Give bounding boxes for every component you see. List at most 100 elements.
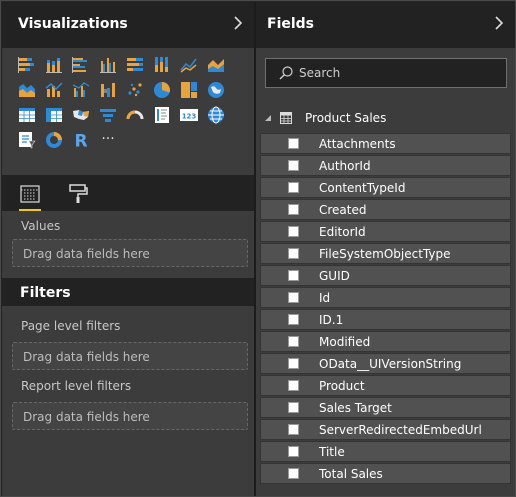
field-row[interactable]: ID.1	[260, 309, 511, 330]
field-checkbox[interactable]	[288, 270, 299, 281]
donut-chart-icon[interactable]	[43, 129, 65, 151]
field-row[interactable]: OData__UIVersionString	[260, 353, 511, 374]
format-tab[interactable]	[65, 181, 91, 207]
active-tab-indicator	[19, 209, 41, 211]
field-row[interactable]: GUID	[260, 265, 511, 286]
100-stacked-bar-icon[interactable]	[124, 54, 146, 76]
card-icon-label: 123	[182, 113, 197, 121]
area-chart-icon[interactable]	[205, 54, 227, 76]
stacked-area-icon[interactable]	[16, 79, 38, 101]
field-checkbox[interactable]	[288, 248, 299, 259]
report-filters-drop-zone[interactable]: Drag data fields here	[12, 402, 248, 430]
field-checkbox[interactable]	[288, 292, 299, 303]
chevron-right-icon[interactable]	[232, 15, 244, 31]
field-checkbox[interactable]	[288, 358, 299, 369]
field-label: Total Sales	[319, 467, 383, 481]
field-label: ID.1	[319, 313, 344, 327]
visual-gallery: 123 R ···	[16, 54, 246, 154]
filters-header: Filters	[2, 278, 254, 306]
more-label: ···	[101, 131, 114, 147]
card-icon[interactable]: 123	[178, 104, 200, 126]
field-label: Sales Target	[319, 401, 392, 415]
stacked-bar-icon[interactable]	[16, 54, 38, 76]
funnel-icon[interactable]	[97, 104, 119, 126]
field-row[interactable]: Modified	[260, 331, 511, 352]
line-chart-icon[interactable]	[178, 54, 200, 76]
table-node-product-sales[interactable]: Product Sales	[256, 108, 515, 130]
matrix-icon[interactable]	[43, 104, 65, 126]
fields-well-icon	[20, 185, 40, 203]
values-drop-text: Drag data fields here	[23, 247, 150, 261]
field-label: GUID	[319, 269, 350, 283]
field-checkbox[interactable]	[288, 182, 299, 193]
field-label: Modified	[319, 335, 371, 349]
filters-title: Filters	[20, 285, 71, 301]
field-row[interactable]: Id	[260, 287, 511, 308]
100-stacked-column-icon[interactable]	[151, 54, 173, 76]
fields-tab[interactable]	[17, 181, 43, 207]
table-icon	[280, 112, 292, 124]
clustered-column-icon[interactable]	[97, 54, 119, 76]
field-checkbox[interactable]	[288, 314, 299, 325]
field-checkbox[interactable]	[288, 424, 299, 435]
field-row[interactable]: ServerRedirectedEmbedUrl	[260, 419, 511, 440]
pie-chart-icon[interactable]	[151, 79, 173, 101]
more-icon[interactable]: ···	[97, 129, 119, 151]
field-label: ContentTypeId	[319, 181, 406, 195]
r-visual-icon[interactable]: R	[70, 129, 92, 151]
field-row[interactable]: FileSystemObjectType	[260, 243, 511, 264]
globe-icon[interactable]	[205, 104, 227, 126]
field-row[interactable]: ContentTypeId	[260, 177, 511, 198]
scatter-chart-icon[interactable]	[124, 79, 146, 101]
field-row[interactable]: EditorId	[260, 221, 511, 242]
fields-header: Fields	[256, 2, 515, 48]
power-bi-panes: Visualizations 123 R ··· Values Drag dat…	[0, 0, 516, 497]
slicer-icon[interactable]	[16, 129, 38, 151]
table-icon[interactable]	[16, 104, 38, 126]
field-row[interactable]: Created	[260, 199, 511, 220]
field-row[interactable]: Total Sales	[260, 463, 511, 484]
treemap-icon[interactable]	[178, 79, 200, 101]
map-icon[interactable]	[205, 79, 227, 101]
field-checkbox[interactable]	[288, 380, 299, 391]
page-filters-drop-zone[interactable]: Drag data fields here	[12, 342, 248, 370]
values-drop-zone[interactable]: Drag data fields here	[12, 239, 248, 267]
stacked-column-icon[interactable]	[43, 54, 65, 76]
field-row[interactable]: Attachments	[260, 133, 511, 154]
report-filters-drop-text: Drag data fields here	[23, 410, 150, 424]
expand-arrow-icon[interactable]	[264, 114, 272, 122]
ribbon-chart-icon[interactable]	[97, 79, 119, 101]
chevron-right-icon[interactable]	[493, 15, 505, 31]
field-checkbox[interactable]	[288, 204, 299, 215]
field-row[interactable]: Title	[260, 441, 511, 462]
field-list: Attachments AuthorId ContentTypeId Creat…	[260, 133, 511, 485]
field-checkbox[interactable]	[288, 468, 299, 479]
visualizations-title: Visualizations	[18, 16, 128, 32]
gauge-icon[interactable]	[124, 104, 146, 126]
search-input[interactable]	[299, 63, 499, 83]
search-icon	[279, 66, 293, 80]
field-label: Product	[319, 379, 365, 393]
field-label: FileSystemObjectType	[319, 247, 451, 261]
filled-map-icon[interactable]	[70, 104, 92, 126]
line-and-clustered-column-icon[interactable]	[70, 79, 92, 101]
field-checkbox[interactable]	[288, 160, 299, 171]
field-label: OData__UIVersionString	[319, 357, 462, 371]
multi-row-card-icon[interactable]	[151, 104, 173, 126]
field-checkbox[interactable]	[288, 226, 299, 237]
paint-roller-icon	[69, 184, 88, 203]
field-label: AuthorId	[319, 159, 371, 173]
field-checkbox[interactable]	[288, 402, 299, 413]
r-visual-label: R	[74, 132, 87, 151]
field-row[interactable]: AuthorId	[260, 155, 511, 176]
table-name: Product Sales	[305, 111, 387, 125]
page-level-filters-label: Page level filters	[21, 319, 121, 333]
field-row[interactable]: Sales Target	[260, 397, 511, 418]
field-checkbox[interactable]	[288, 446, 299, 457]
field-checkbox[interactable]	[288, 336, 299, 347]
field-label: Title	[319, 445, 345, 459]
field-row[interactable]: Product	[260, 375, 511, 396]
clustered-bar-icon[interactable]	[70, 54, 92, 76]
line-and-stacked-column-icon[interactable]	[43, 79, 65, 101]
field-checkbox[interactable]	[288, 138, 299, 149]
